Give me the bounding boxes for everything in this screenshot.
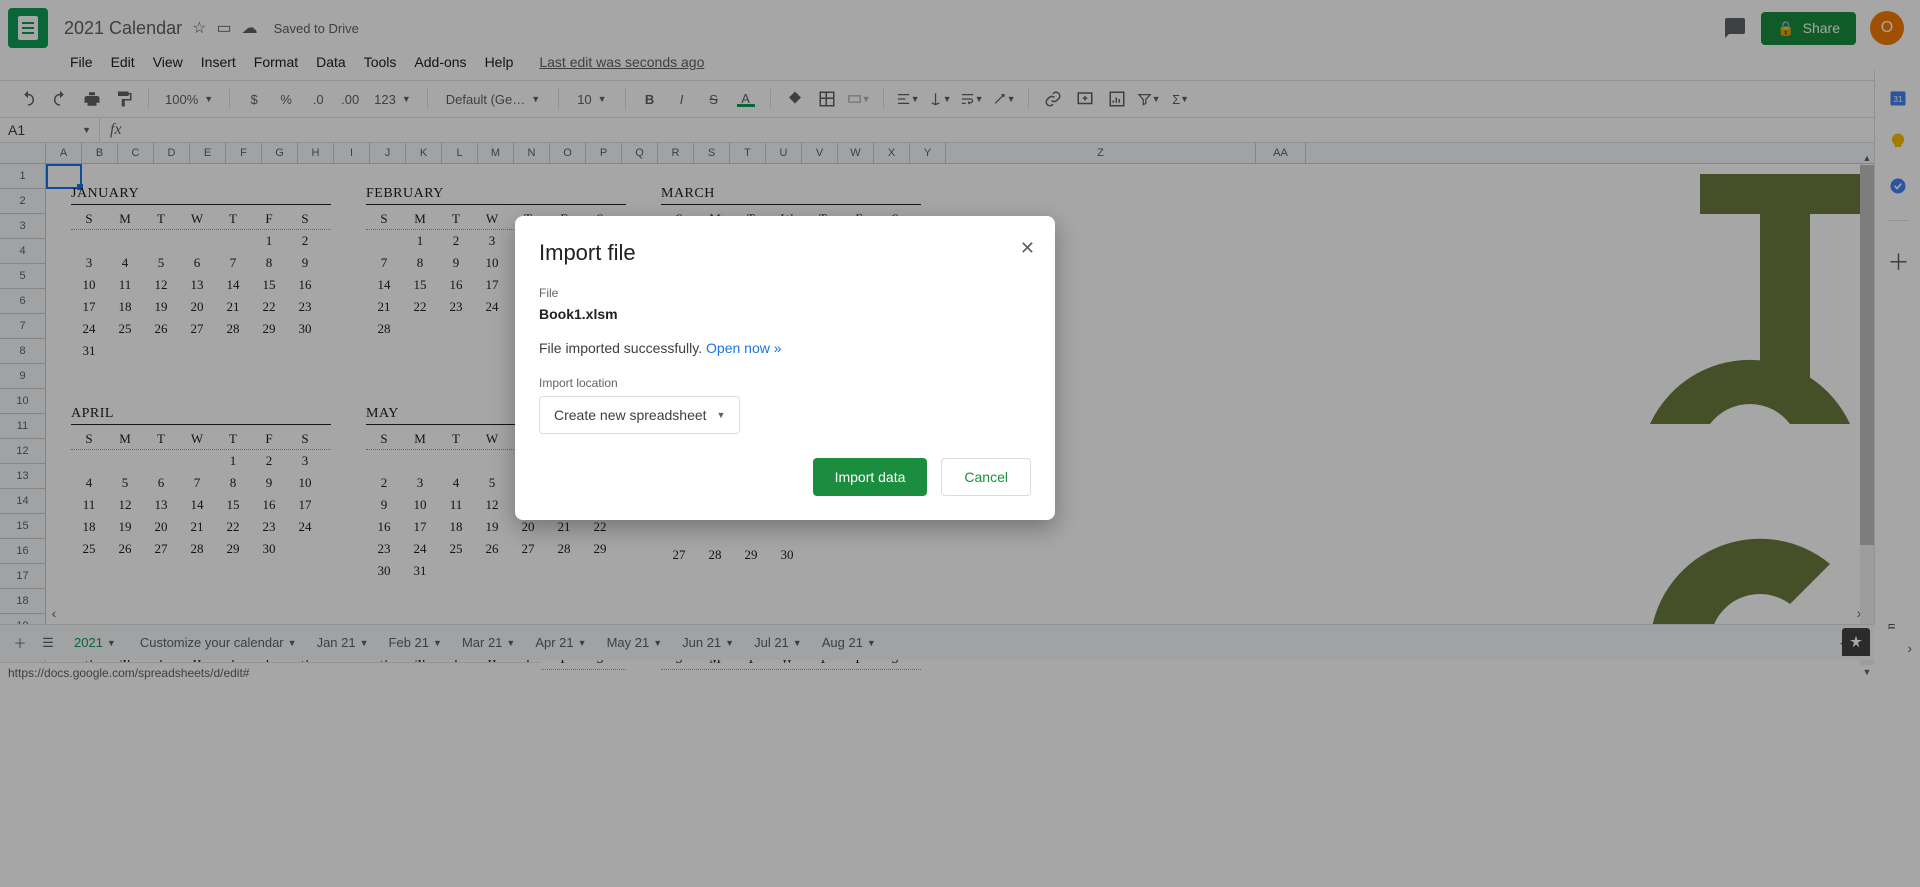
import-location-label: Import location (539, 376, 1031, 390)
cancel-button[interactable]: Cancel (941, 458, 1031, 496)
import-location-select[interactable]: Create new spreadsheet▼ (539, 396, 740, 434)
dialog-title: Import file (539, 240, 1031, 266)
open-now-link[interactable]: Open now » (706, 340, 782, 356)
import-file-dialog: ✕ Import file File Book1.xlsm File impor… (515, 216, 1055, 520)
import-data-button[interactable]: Import data (813, 458, 928, 496)
close-icon[interactable]: ✕ (1020, 238, 1035, 259)
file-label: File (539, 286, 1031, 300)
import-status: File imported successfully. Open now » (539, 340, 1031, 356)
filename: Book1.xlsm (539, 306, 1031, 322)
